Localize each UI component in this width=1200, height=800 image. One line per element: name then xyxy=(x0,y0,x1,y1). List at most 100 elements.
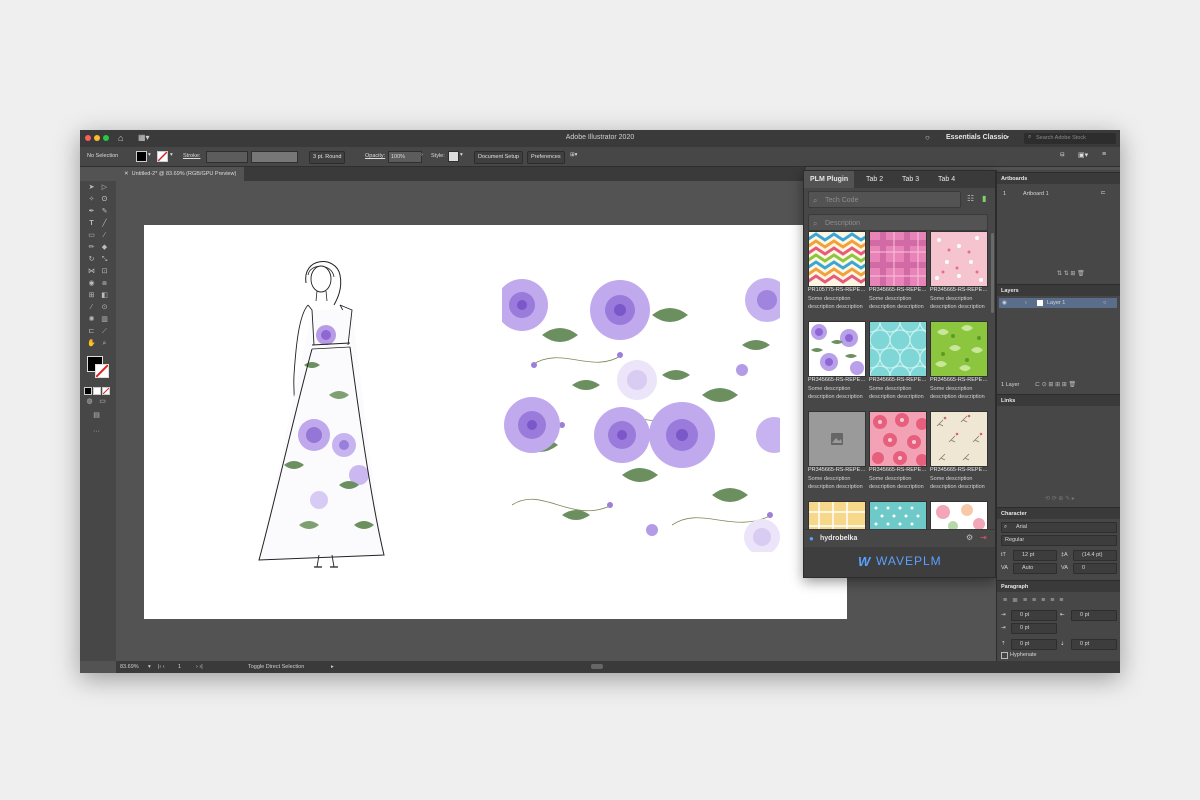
swatch-card[interactable]: PR345665-RS-REPEAT Some description descr… xyxy=(869,411,927,501)
artboard-number[interactable]: 1 xyxy=(178,664,181,670)
left-indent-field[interactable]: 0 pt xyxy=(1011,610,1057,621)
fashion-sketch-illustration[interactable] xyxy=(244,245,394,575)
gradient-mode-swatch[interactable] xyxy=(93,387,101,395)
filter-list-icon[interactable]: ☷ xyxy=(967,194,974,203)
swatch-card[interactable]: PR345665-RS-REPEAT Some description descr… xyxy=(869,231,927,321)
chevron-right-icon[interactable]: › xyxy=(421,152,423,158)
font-style-field[interactable]: Regular xyxy=(1001,535,1117,546)
graphic-style-swatch[interactable] xyxy=(448,151,459,162)
first-line-indent-field[interactable]: 0 pt xyxy=(1011,623,1057,634)
artboard-options-icon[interactable]: ⊏ xyxy=(1101,190,1106,196)
symbol-sprayer-tool-icon[interactable]: ✺ xyxy=(87,315,96,324)
eye-icon[interactable]: ◉ xyxy=(1002,300,1007,306)
direct-selection-tool-icon[interactable]: ▷ xyxy=(100,183,109,192)
transform-icon[interactable]: ▣▾ xyxy=(1078,151,1088,159)
layer-row[interactable]: ◉ › Layer 1 ○ xyxy=(999,298,1117,308)
artboards-panel-header[interactable]: Artboards xyxy=(997,172,1120,184)
kerning-field[interactable]: Auto xyxy=(1013,563,1057,574)
tab-3[interactable]: Tab 3 xyxy=(896,171,925,188)
leading-field[interactable]: (14.4 pt) xyxy=(1073,550,1117,561)
paragraph-panel-header[interactable]: Paragraph xyxy=(997,580,1120,592)
brush-definition[interactable]: 3 pt. Round xyxy=(309,151,346,164)
change-screen-mode-icon[interactable]: ▤ xyxy=(92,411,101,420)
artboard-name[interactable]: Artboard 1 xyxy=(1023,191,1049,197)
free-transform-tool-icon[interactable]: ⊡ xyxy=(100,267,109,276)
selection-tool-icon[interactable]: ➤ xyxy=(87,183,96,192)
hand-tool-icon[interactable]: ✋ xyxy=(87,339,96,348)
mesh-tool-icon[interactable]: ⊞ xyxy=(87,291,96,300)
stroke-color-swatch[interactable] xyxy=(95,364,109,378)
document-tab[interactable]: ✕ Untitled-2* @ 83.69% (RGB/GPU Preview) xyxy=(116,167,245,181)
blend-tool-icon[interactable]: ⊙ xyxy=(100,303,109,312)
paintbrush-tool-icon[interactable]: ∕ xyxy=(100,231,109,240)
zoom-level[interactable]: 83.69% xyxy=(120,664,139,670)
draw-mode-icon[interactable]: ◍ xyxy=(85,397,94,406)
chevron-right-icon[interactable]: ▸ xyxy=(331,664,334,670)
canvas-area[interactable] xyxy=(116,181,847,661)
swatch-card[interactable] xyxy=(930,501,988,529)
fill-swatch[interactable] xyxy=(136,151,147,162)
layers-panel-actions[interactable]: ⊏ ⊙ ⊞ ⊞ ⊞ 🗑 xyxy=(1035,381,1076,388)
links-panel-header[interactable]: Links xyxy=(997,394,1120,406)
column-graph-tool-icon[interactable]: ▥ xyxy=(100,315,109,324)
swatch-card[interactable]: PR345665-RS-REPEAT Some description descr… xyxy=(869,321,927,411)
preferences-button[interactable]: Preferences xyxy=(527,151,565,164)
artboard[interactable] xyxy=(144,225,847,619)
tab-2[interactable]: Tab 2 xyxy=(860,171,889,188)
chevron-down-icon[interactable]: ▾ xyxy=(148,664,151,670)
artboards-panel-actions[interactable]: ⇅ ⇅ ⊞ 🗑 xyxy=(1057,270,1085,277)
space-before-field[interactable]: 0 pt xyxy=(1011,639,1057,650)
layers-panel-header[interactable]: Layers xyxy=(997,284,1120,296)
more-tools-icon[interactable]: ··· xyxy=(92,427,101,436)
close-tab-icon[interactable]: ✕ xyxy=(124,171,132,177)
scale-tool-icon[interactable]: ⤡ xyxy=(100,255,109,264)
chevron-down-icon[interactable]: ▾ xyxy=(460,152,463,158)
character-panel-header[interactable]: Character xyxy=(997,507,1120,519)
align-icon[interactable]: ⊟ xyxy=(1060,152,1065,158)
chevron-down-icon[interactable]: ▾ xyxy=(148,152,151,158)
gradient-tool-icon[interactable]: ◧ xyxy=(100,291,109,300)
panel-menu-icon[interactable]: ≡ xyxy=(1102,151,1106,158)
slice-tool-icon[interactable]: ⟋ xyxy=(100,327,109,336)
type-tool-icon[interactable]: T xyxy=(87,219,96,228)
arrange-documents-icon[interactable]: ⊞▾ xyxy=(570,152,577,158)
right-indent-field[interactable]: 0 pt xyxy=(1071,610,1117,621)
swatch-card[interactable]: PR345665-RS-REPEAT Some description descr… xyxy=(930,231,988,321)
screen-mode-icon[interactable]: ▭ xyxy=(98,397,107,406)
swatch-card[interactable] xyxy=(869,501,927,529)
chevron-down-icon[interactable]: ▾ xyxy=(1006,134,1009,141)
line-tool-icon[interactable]: ╱ xyxy=(100,219,109,228)
paragraph-alignment-buttons[interactable]: ≡≣≡≡≡≡≡ xyxy=(1003,596,1068,604)
swatch-card[interactable] xyxy=(808,501,866,529)
gear-icon[interactable]: ⚙ xyxy=(966,533,973,542)
none-mode-swatch[interactable] xyxy=(102,387,110,395)
eraser-tool-icon[interactable]: ◆ xyxy=(100,243,109,252)
artboard-tool-icon[interactable]: ⊏ xyxy=(87,327,96,336)
width-tool-icon[interactable]: ⋈ xyxy=(87,267,96,276)
stroke-weight-field[interactable] xyxy=(206,151,248,163)
swatch-card[interactable]: PR345665-RS-REPEAT Some description descr… xyxy=(930,411,988,501)
swatch-card[interactable]: PR345665-RS-REPEAT Some description descr… xyxy=(808,411,866,501)
links-panel-actions[interactable]: ⟲ ⟳ ⊕ ✎ ▸ xyxy=(1045,495,1075,502)
magic-wand-tool-icon[interactable]: ✧ xyxy=(87,195,96,204)
logout-icon[interactable]: ⇥ xyxy=(980,533,987,542)
floral-pattern-swatch[interactable] xyxy=(502,275,780,552)
chevron-right-icon[interactable]: › xyxy=(1025,300,1027,306)
tracking-field[interactable]: 0 xyxy=(1073,563,1117,574)
layer-name[interactable]: Layer 1 xyxy=(1047,300,1065,306)
export-file-icon[interactable]: ▮ xyxy=(982,194,986,203)
tab-plm-plugin[interactable]: PLM Plugin xyxy=(804,171,855,188)
lasso-tool-icon[interactable]: ʘ xyxy=(100,195,109,204)
swatch-card[interactable]: PR345665-RS-REPEAT Some description descr… xyxy=(930,321,988,411)
color-mode-swatch[interactable] xyxy=(84,387,92,395)
swatch-card[interactable]: PR105775-RS-REPEAT Some description descr… xyxy=(808,231,866,321)
space-after-field[interactable]: 0 pt xyxy=(1071,639,1117,650)
perspective-grid-tool-icon[interactable]: ⧈ xyxy=(100,279,109,288)
pencil-tool-icon[interactable]: ✏ xyxy=(87,243,96,252)
zoom-tool-icon[interactable]: ⌕ xyxy=(100,339,109,348)
rotate-tool-icon[interactable]: ↻ xyxy=(87,255,96,264)
rectangle-tool-icon[interactable]: ▭ xyxy=(87,231,96,240)
swatch-card[interactable]: PR345665-RS-REPEAT Some description descr… xyxy=(808,321,866,411)
artboard-nav-prev-icon[interactable]: |‹ ‹ xyxy=(158,664,165,670)
swatch-grid-scrollbar[interactable] xyxy=(991,233,994,313)
